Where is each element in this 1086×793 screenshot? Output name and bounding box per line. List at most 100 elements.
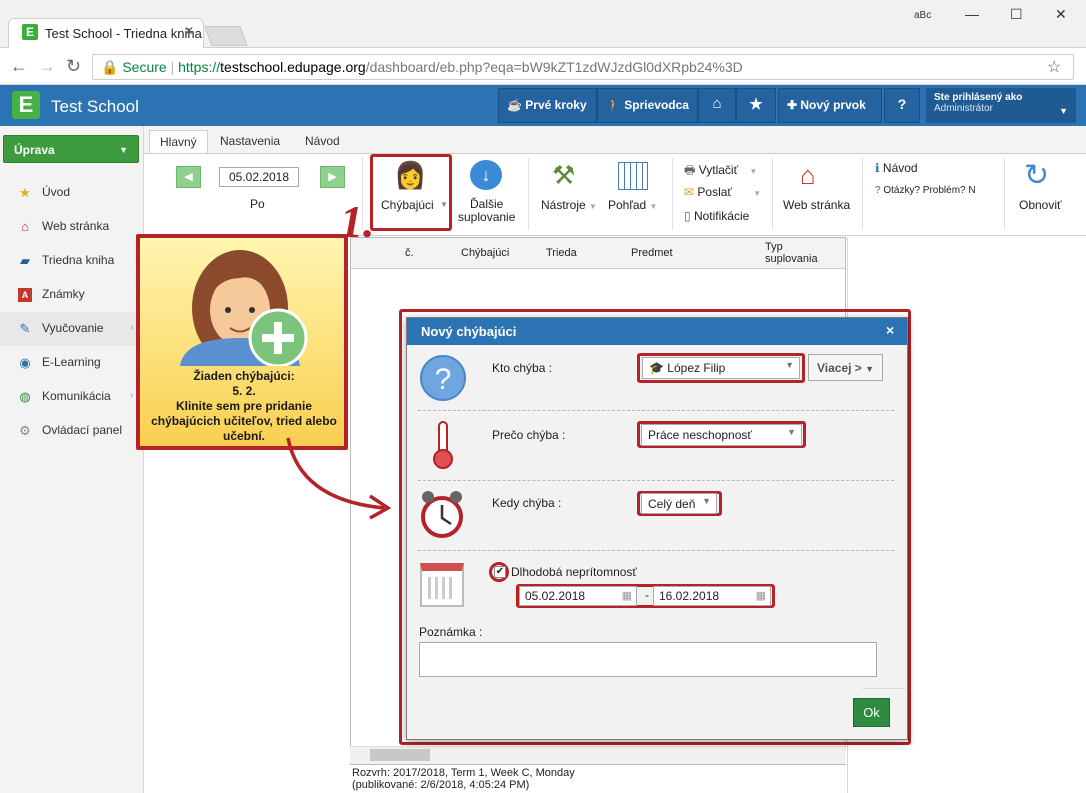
divider xyxy=(528,158,529,230)
dalsie-suplovanie-button[interactable]: Ďalšie suplovanie xyxy=(458,198,515,224)
user-role: Administrátor xyxy=(934,103,993,114)
school-name[interactable]: Test School xyxy=(51,97,139,117)
sidebar-item-label: Známky xyxy=(42,287,85,301)
nastroje-button[interactable]: Nástroje ▼ xyxy=(541,198,597,212)
poznamka-textarea[interactable] xyxy=(419,642,877,677)
tab-close-icon[interactable]: ✕ xyxy=(184,24,194,38)
scrollbar-thumb[interactable] xyxy=(370,749,430,761)
gear-icon: ⚙ xyxy=(19,423,31,438)
sprievodca-label: Sprievodca xyxy=(624,98,689,112)
sidebar-item-label: Ovládací panel xyxy=(42,423,123,437)
reload-icon[interactable]: ↻ xyxy=(66,56,81,77)
url-scheme: https:// xyxy=(178,59,221,75)
column-header-number[interactable]: č. xyxy=(405,247,414,259)
arrow-left-icon: ◀ xyxy=(184,171,193,183)
otazky-button[interactable]: ? Otázky? Problém? N xyxy=(875,185,976,196)
user-menu[interactable]: Ste prihlásený ako Administrátor ▼ xyxy=(926,88,1076,123)
annotation-arrow xyxy=(286,437,392,520)
pohlad-button[interactable]: Pohľad ▼ xyxy=(608,198,657,212)
suplovanie-label: suplovanie xyxy=(458,210,516,224)
next-day-button[interactable]: ▶ xyxy=(320,166,345,188)
tab-title: Test School - Triedna kniha xyxy=(45,26,202,41)
cup-icon: ☕ xyxy=(507,98,526,112)
graduation-cap-icon: 🎓 xyxy=(649,361,664,375)
help-button[interactable]: ? xyxy=(884,88,920,123)
kedy-chyba-select[interactable]: Celý deň ▼ xyxy=(641,493,717,514)
tab-hlavny[interactable]: Hlavný xyxy=(149,130,208,154)
card-line-1: Žiaden chýbajúci: xyxy=(193,369,295,383)
prve-kroky-button[interactable]: ☕ Prvé kroky xyxy=(498,88,597,123)
status-line-1: Rozvrh: 2017/2018, Term 1, Week C, Monda… xyxy=(352,767,575,779)
tab-navod[interactable]: Návod xyxy=(295,130,350,154)
web-stranka-button[interactable]: Web stránka xyxy=(783,198,850,212)
poslat-button[interactable]: ✉ Poslať ▼ xyxy=(684,185,761,199)
back-icon[interactable]: ← xyxy=(10,56,28,77)
navod-button[interactable]: ℹ Návod xyxy=(875,161,918,175)
kto-chyba-select[interactable]: 🎓 López Filip ▼ xyxy=(642,357,800,379)
kto-chyba-value: López Filip xyxy=(667,361,726,375)
pohlad-label: Pohľad xyxy=(608,198,647,212)
sidebar-item-label: E-Learning xyxy=(42,355,101,369)
long-absence-checkbox[interactable]: ✔ xyxy=(494,566,506,578)
obnovit-button[interactable]: Obnoviť xyxy=(1019,198,1062,212)
forward-icon[interactable]: → xyxy=(38,56,56,77)
status-text: Rozvrh: 2017/2018, Term 1, Week C, Monda… xyxy=(352,767,575,791)
card-line-2: 5. 2. xyxy=(232,384,256,398)
bookmark-star-icon[interactable]: ☆ xyxy=(1047,57,1061,77)
column-header-predmet[interactable]: Predmet xyxy=(631,247,673,259)
minimize-icon[interactable]: — xyxy=(965,6,979,22)
sidebar-item-label: Web stránka xyxy=(42,219,110,233)
tab-nastavenia[interactable]: Nastavenia xyxy=(210,130,290,154)
arrow-down-circle-icon[interactable]: ↓ xyxy=(470,160,502,190)
walker-icon: 🚶 xyxy=(606,98,625,112)
novy-prvok-button[interactable]: ✚ Nový prvok xyxy=(778,88,882,123)
tools-icon: ⚒ xyxy=(552,160,576,190)
user-caption: Ste prihlásený ako xyxy=(934,92,1023,103)
date-from-field[interactable]: 05.02.2018 ▦ xyxy=(519,586,637,606)
sprievodca-button[interactable]: 🚶 Sprievodca xyxy=(597,88,698,123)
preco-chyba-select[interactable]: Práce neschopnosť ▼ xyxy=(641,424,802,446)
url-path: /dashboard/eb.php?eqa=bW9kZT1zdWJzdGl0dX… xyxy=(365,59,743,75)
viacej-button[interactable]: Viacej > ▼ xyxy=(808,354,883,381)
divider xyxy=(418,480,894,481)
close-window-icon[interactable]: ✕ xyxy=(1055,6,1067,23)
nastroje-label: Nástroje xyxy=(541,198,586,212)
uprava-button[interactable]: Úprava ▼ xyxy=(3,135,139,163)
date-from-value: 05.02.2018 xyxy=(525,589,586,603)
sidebar-item-label: Komunikácia xyxy=(42,389,111,403)
column-header-typ-suplovania[interactable]: Typ suplovania xyxy=(765,241,818,265)
notifikacie-label: Notifikácie xyxy=(693,209,750,223)
profile-badge[interactable]: aBc xyxy=(914,10,931,21)
kedy-chyba-label: Kedy chýba : xyxy=(492,496,562,510)
dialog-close-icon[interactable]: × xyxy=(886,322,894,338)
date-to-field[interactable]: 16.02.2018 ▦ xyxy=(653,586,771,606)
vytlacit-label: Vytlačiť xyxy=(698,163,739,177)
url-host: testschool.edupage.org xyxy=(220,59,366,75)
chevron-right-icon: › xyxy=(130,390,134,401)
otazky-label: Otázky? Problém? N xyxy=(883,185,976,196)
home-button[interactable]: ⌂ xyxy=(698,88,736,123)
divider xyxy=(418,550,894,551)
calendar-icon[interactable]: ▦ xyxy=(756,589,766,602)
new-tab-button[interactable] xyxy=(204,26,248,46)
column-header-chybajuci[interactable]: Chýbajúci xyxy=(461,247,509,259)
kedy-chyba-value: Celý deň xyxy=(648,497,696,511)
chevron-down-icon: ▼ xyxy=(753,189,762,198)
long-absence-label: Dlhodobá neprítomnosť xyxy=(511,565,637,579)
maximize-icon[interactable]: ☐ xyxy=(1010,6,1023,23)
question-icon: ? xyxy=(420,355,466,401)
date-field[interactable]: 05.02.2018 xyxy=(219,167,299,187)
calendar-icon[interactable]: ▦ xyxy=(622,589,632,602)
status-line-2: (publikované: 2/6/2018, 4:05:24 PM) xyxy=(352,779,530,791)
vytlacit-button[interactable]: 🖶 Vytlačiť ▼ xyxy=(684,161,757,182)
favorites-button[interactable]: ★ xyxy=(736,88,776,123)
home-icon: ⌂ xyxy=(712,95,722,112)
edupage-logo[interactable]: E xyxy=(12,91,40,119)
url-field[interactable]: 🔒 Secure | https://testschool.edupage.or… xyxy=(92,54,1074,80)
chevron-down-icon: ▼ xyxy=(649,202,658,211)
column-header-trieda[interactable]: Trieda xyxy=(546,247,577,259)
house-icon: ⌂ xyxy=(21,219,29,234)
prev-day-button[interactable]: ◀ xyxy=(176,166,201,188)
ok-button[interactable]: Ok xyxy=(853,698,890,727)
notifikacie-button[interactable]: ▯ Notifikácie xyxy=(684,209,749,223)
